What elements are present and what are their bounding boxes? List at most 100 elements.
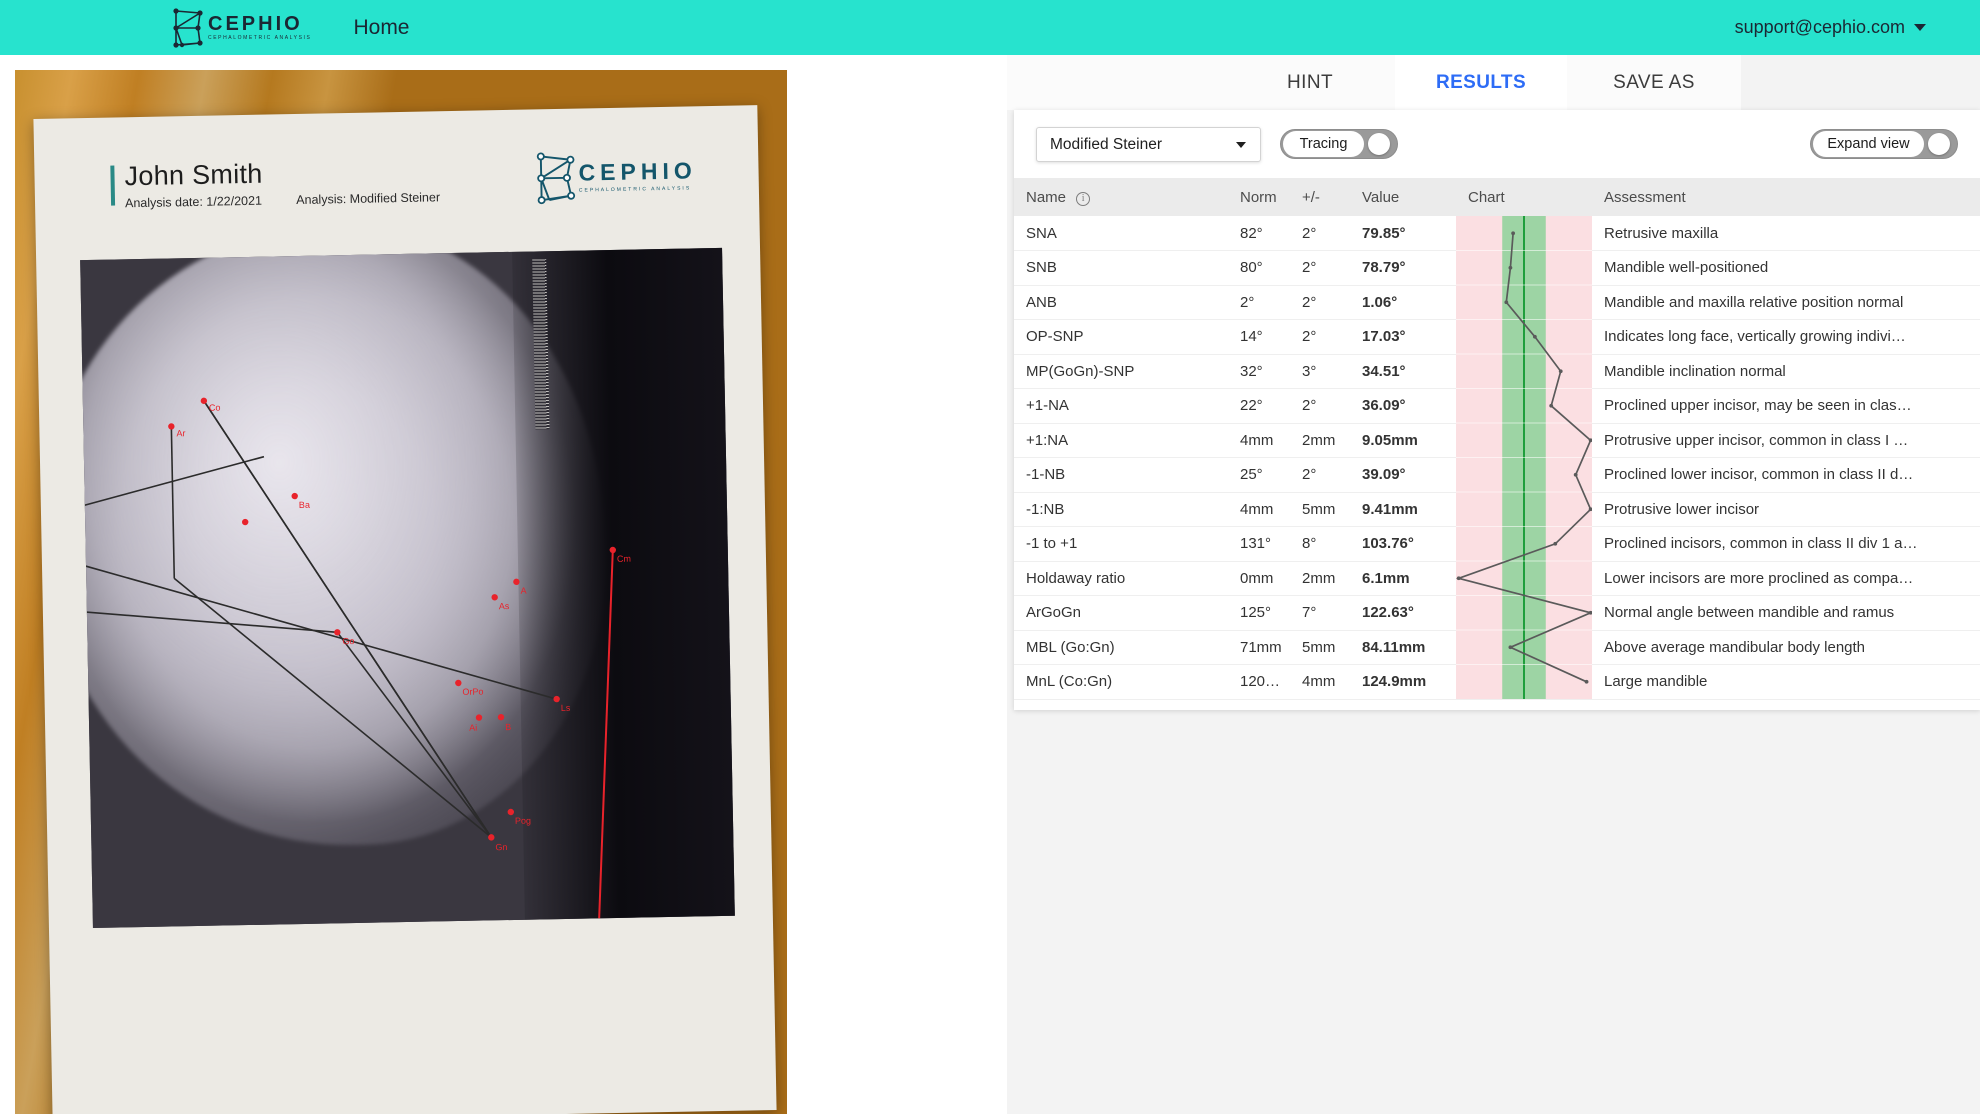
- cell-assessment: Proclined upper incisor, may be seen in …: [1592, 388, 1980, 424]
- tab-bar-tail-space: [1741, 55, 1980, 110]
- table-row[interactable]: +1-NA 22° 2° 36.09° Proclined upper incisor,…: [1014, 388, 1980, 424]
- account-menu[interactable]: support@cephio.com: [1735, 17, 1926, 38]
- svg-text:Ba: Ba: [299, 500, 310, 510]
- cell-value: 122.63°: [1350, 595, 1456, 631]
- cell-value: 9.41mm: [1350, 492, 1456, 527]
- cell-pm: 2°: [1290, 250, 1350, 286]
- cell-chart: [1456, 664, 1592, 700]
- report-analysis-label: Analysis:: [296, 192, 347, 208]
- report-patient-name: John Smith: [124, 158, 263, 192]
- table-row[interactable]: +1:NA 4mm 2mm 9.05mm Protrusive upper inciso…: [1014, 423, 1980, 458]
- cell-pm: 3°: [1290, 354, 1350, 389]
- cell-chart: [1456, 595, 1592, 631]
- brand-logo[interactable]: CEPHIO CEPHALOMETRIC ANALYSIS: [172, 7, 311, 49]
- table-row[interactable]: MP(GoGn)-SNP 32° 3° 34.51° Mandible inclinat…: [1014, 354, 1980, 389]
- cell-name: +1-NA: [1014, 388, 1228, 424]
- cell-assessment: Large mandible: [1592, 664, 1980, 700]
- column-header-norm[interactable]: Norm: [1228, 178, 1290, 216]
- cell-assessment: Protrusive lower incisor: [1592, 492, 1980, 527]
- tab-hint[interactable]: HINT: [1225, 55, 1395, 110]
- cell-pm: 2°: [1290, 285, 1350, 320]
- cell-value: 17.03°: [1350, 319, 1456, 355]
- cell-assessment: Retrusive maxilla: [1592, 216, 1980, 251]
- cephalogram-image-panel[interactable]: John Smith Analysis date: 1/22/2021 Anal…: [0, 55, 1007, 1114]
- svg-text:Ai: Ai: [469, 723, 477, 733]
- cell-value: 1.06°: [1350, 285, 1456, 320]
- svg-text:Ls: Ls: [561, 703, 571, 713]
- results-toolbar: Modified Steiner Tracing Expand view: [1014, 110, 1980, 178]
- cell-value: 103.76°: [1350, 526, 1456, 562]
- table-row[interactable]: SNA 82° 2° 79.85° Retrusive maxilla: [1014, 216, 1980, 251]
- cephio-logo-icon: [173, 7, 203, 48]
- cell-norm: 82°: [1228, 216, 1290, 251]
- tracing-lines: [80, 400, 557, 839]
- table-header-row: Name i Norm +/- Value Chart Assessment: [1014, 178, 1980, 216]
- landmark-points: [168, 397, 617, 841]
- cell-pm: 2°: [1290, 388, 1350, 424]
- cell-assessment: Mandible inclination normal: [1592, 354, 1980, 389]
- cell-value: 6.1mm: [1350, 561, 1456, 596]
- svg-text:Ar: Ar: [176, 428, 185, 438]
- table-row[interactable]: Holdaway ratio 0mm 2mm 6.1mm Lower incisors …: [1014, 561, 1980, 596]
- cell-name: -1-NB: [1014, 457, 1228, 493]
- table-row[interactable]: ArGoGn 125° 7° 122.63° Normal angle between …: [1014, 595, 1980, 631]
- cell-name: OP-SNP: [1014, 319, 1228, 355]
- cell-value: 78.79°: [1350, 250, 1456, 286]
- table-row[interactable]: MBL (Go:Gn) 71mm 5mm 84.11mm Above average m…: [1014, 630, 1980, 665]
- tab-save-as[interactable]: SAVE AS: [1567, 55, 1741, 110]
- cell-norm: 131°: [1228, 526, 1290, 562]
- column-header-name-label: Name: [1026, 188, 1067, 206]
- svg-text:B: B: [505, 722, 511, 732]
- table-row[interactable]: -1 to +1 131° 8° 103.76° Proclined incisors,…: [1014, 526, 1980, 562]
- cell-name: SNA: [1014, 216, 1228, 251]
- table-row[interactable]: -1-NB 25° 2° 39.09° Proclined lower incisor,…: [1014, 457, 1980, 493]
- info-icon[interactable]: i: [1076, 191, 1091, 206]
- cell-chart: [1456, 285, 1592, 320]
- cell-name: -1:NB: [1014, 492, 1228, 527]
- expand-view-toggle-knob[interactable]: [1928, 133, 1950, 155]
- table-row[interactable]: OP-SNP 14° 2° 17.03° Indicates long face, ve…: [1014, 319, 1980, 355]
- cell-chart: [1456, 354, 1592, 389]
- svg-text:Pog: Pog: [515, 816, 531, 826]
- table-row[interactable]: ANB 2° 2° 1.06° Mandible and maxilla relativ…: [1014, 285, 1980, 320]
- tracing-overlay: CoAr GoGn PogLs OrPoA AsAi BCm PogsBa: [80, 397, 631, 929]
- nav-home-link[interactable]: Home: [353, 16, 409, 40]
- results-card: Modified Steiner Tracing Expand view Nam: [1014, 110, 1980, 710]
- column-header-name[interactable]: Name i: [1014, 178, 1228, 216]
- report-accent-bar: [110, 165, 116, 206]
- account-email-label: support@cephio.com: [1734, 17, 1905, 37]
- cell-norm: 80°: [1228, 250, 1290, 286]
- tab-results[interactable]: RESULTS: [1395, 55, 1567, 110]
- cell-name: SNB: [1014, 250, 1228, 286]
- cell-assessment: Mandible well-positioned: [1592, 250, 1980, 286]
- svg-text:OrPo: OrPo: [462, 687, 483, 697]
- cell-name: -1 to +1: [1014, 526, 1228, 562]
- column-header-chart[interactable]: Chart: [1456, 178, 1592, 216]
- cell-chart: [1456, 492, 1592, 527]
- cell-norm: 0mm: [1228, 561, 1290, 596]
- expand-view-toggle-label: Expand view: [1813, 131, 1924, 157]
- column-header-pm[interactable]: +/-: [1290, 178, 1350, 216]
- cell-assessment: Proclined incisors, common in class II d…: [1592, 526, 1980, 562]
- column-header-assessment[interactable]: Assessment: [1592, 178, 1980, 216]
- expand-view-toggle[interactable]: Expand view: [1810, 129, 1958, 159]
- cell-value: 84.11mm: [1350, 630, 1456, 665]
- cell-pm: 2mm: [1290, 423, 1350, 458]
- table-row[interactable]: MnL (Co:Gn) 120mm 4mm 124.9mm Large mandible: [1014, 664, 1980, 700]
- cell-norm: 2°: [1228, 285, 1290, 320]
- cell-value: 9.05mm: [1350, 423, 1456, 458]
- report-date-value: 1/22/2021: [206, 193, 263, 209]
- tab-bar-lead-space: [1007, 55, 1225, 110]
- cell-norm: 22°: [1228, 388, 1290, 424]
- report-logo: CEPHIO CEPHALOMETRIC ANALYSIS: [534, 148, 697, 205]
- column-header-value[interactable]: Value: [1350, 178, 1456, 216]
- tracing-toggle-knob[interactable]: [1368, 133, 1390, 155]
- table-row[interactable]: -1:NB 4mm 5mm 9.41mm Protrusive lower inciso…: [1014, 492, 1980, 527]
- chevron-down-icon: [1236, 141, 1246, 148]
- tracing-toggle[interactable]: Tracing: [1280, 129, 1398, 159]
- measurements-table: Name i Norm +/- Value Chart Assessment S…: [1014, 178, 1980, 700]
- report-date-label: Analysis date:: [124, 194, 204, 211]
- analysis-type-select[interactable]: Modified Steiner: [1036, 127, 1261, 162]
- table-row[interactable]: SNB 80° 2° 78.79° Mandible well-positioned: [1014, 250, 1980, 286]
- cell-assessment: Mandible and maxilla relative position n…: [1592, 285, 1980, 320]
